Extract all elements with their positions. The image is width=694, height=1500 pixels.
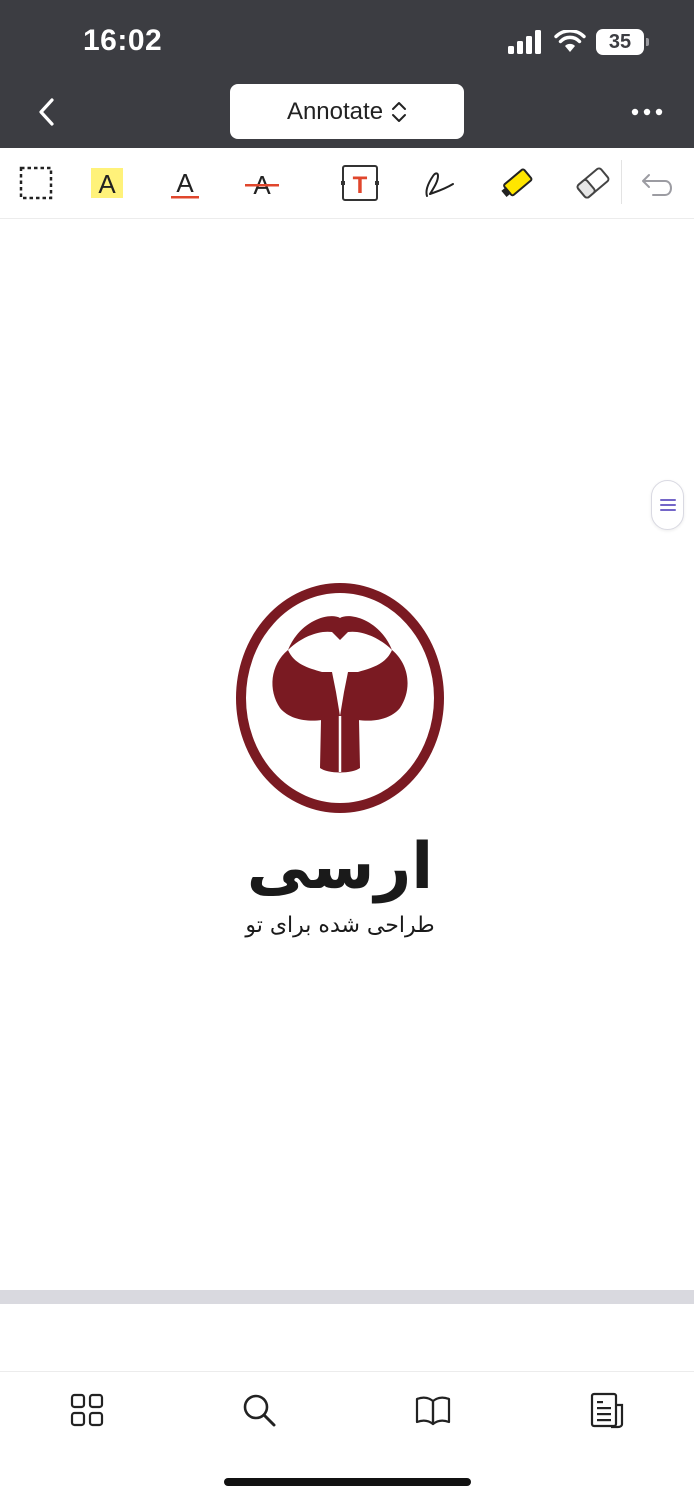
annotation-toolbar: A A A T [0,148,694,219]
logo-tagline: طراحی شده برای تو [244,913,434,938]
grid-icon [70,1393,104,1427]
battery-level: 35 [608,30,632,53]
outline-handle-button[interactable] [651,480,684,530]
eraser-tool[interactable] [570,160,616,206]
highlight-a-icon: A [91,168,123,199]
top-bar: 16:02 35 Annotate [0,0,694,148]
battery-tip [646,38,649,46]
more-options-button[interactable] [630,100,664,124]
logo-title: ارسی [247,830,433,904]
underline-text-tool[interactable]: A [162,160,208,206]
list-lines-icon [659,499,676,511]
toolbar-divider [621,160,622,204]
tab-bookmarks[interactable] [413,1390,453,1430]
underline-a-icon: A [171,168,199,199]
home-indicator [224,1478,471,1486]
undo-tool[interactable] [636,160,682,206]
search-icon [243,1394,276,1427]
back-button[interactable] [28,92,64,132]
strikethrough-text-tool[interactable]: A [239,160,285,206]
pen-tool[interactable] [417,160,463,206]
wifi-icon [554,30,586,52]
highlighter-icon [501,168,533,197]
chevron-up-down-icon [392,101,407,122]
document-list-icon [590,1392,624,1429]
mode-label: Annotate [286,97,384,125]
highlighter-tool[interactable] [494,160,540,206]
tab-thumbnails[interactable] [67,1390,107,1430]
text-box-icon: T [341,165,379,201]
mode-selector[interactable]: Annotate [230,84,464,139]
text-box-tool[interactable]: T [337,160,383,206]
undo-icon [642,174,672,196]
chevron-left-icon [39,98,54,126]
highlight-text-tool[interactable]: A [84,160,130,206]
pen-icon [425,172,454,197]
status-time: 16:02 [83,24,163,57]
tab-search[interactable] [239,1390,279,1430]
text-box-glyph: T [353,172,368,199]
open-book-icon [415,1396,451,1426]
page-separator [0,1290,694,1304]
more-dots-icon [631,108,663,116]
tab-outline[interactable] [587,1390,627,1430]
strikethrough-a-icon: A [245,170,279,200]
marquee-select-icon [19,166,53,200]
eraser-icon [576,167,610,199]
select-tool[interactable] [13,160,59,206]
highlight-a-glyph: A [98,169,116,199]
underline-a-glyph: A [176,168,194,198]
cellular-signal-icon [508,30,541,54]
status-icons: 35 [508,26,649,58]
brand-logo: ارسی طراحی شده برای تو [236,583,444,938]
app-screen: 16:02 35 Annotate A A A T ارسی طراحی شده… [0,0,694,1500]
battery-icon: 35 [596,29,649,55]
